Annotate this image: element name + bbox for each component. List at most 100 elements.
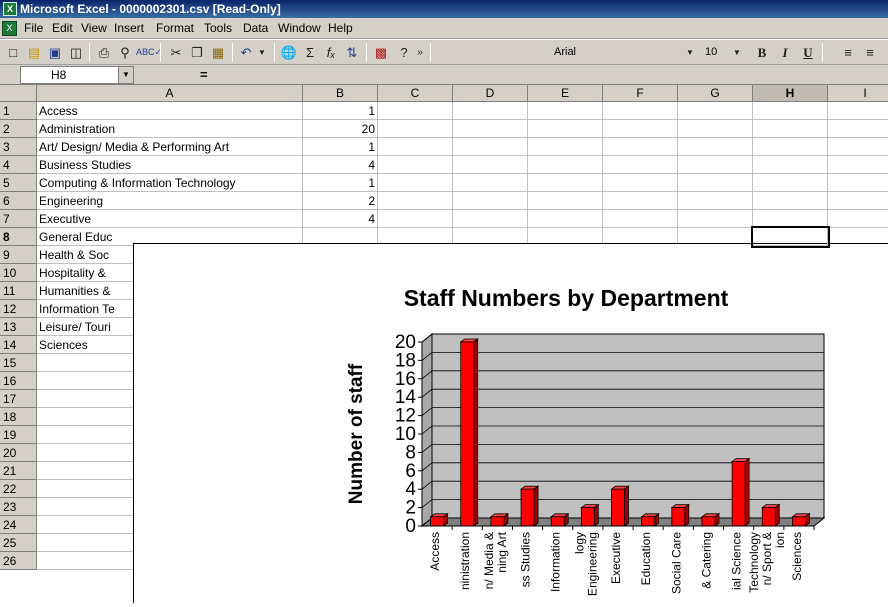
cell-h7[interactable]: [753, 210, 828, 228]
cell-c2[interactable]: [378, 120, 453, 138]
open-icon[interactable]: ▤: [24, 43, 44, 62]
cell-a4[interactable]: Business Studies: [37, 156, 303, 174]
row-header-15[interactable]: 15: [0, 354, 37, 372]
cell-i4[interactable]: [828, 156, 888, 174]
cell-g7[interactable]: [678, 210, 753, 228]
row-header-13[interactable]: 13: [0, 318, 37, 336]
cell-f1[interactable]: [603, 102, 678, 120]
cell-i7[interactable]: [828, 210, 888, 228]
embedded-chart[interactable]: Staff Numbers by Department Number of sta…: [133, 243, 888, 603]
cell-h3[interactable]: [753, 138, 828, 156]
row-header-14[interactable]: 14: [0, 336, 37, 354]
cell-f3[interactable]: [603, 138, 678, 156]
row-header-3[interactable]: 3: [0, 138, 37, 156]
copy-icon[interactable]: ❐: [187, 43, 207, 62]
name-box[interactable]: H8 ▼: [20, 66, 134, 84]
save-icon[interactable]: ▣: [45, 43, 65, 62]
cell-g6[interactable]: [678, 192, 753, 210]
row-header-18[interactable]: 18: [0, 408, 37, 426]
column-header-i[interactable]: I: [828, 85, 888, 102]
menu-data[interactable]: Data: [243, 21, 268, 36]
formula-equals-icon[interactable]: =: [200, 67, 208, 82]
paste-icon[interactable]: ▦: [208, 43, 228, 62]
row-header-26[interactable]: 26: [0, 552, 37, 570]
autosum-icon[interactable]: Σ: [300, 43, 320, 62]
cell-f4[interactable]: [603, 156, 678, 174]
cell-e6[interactable]: [528, 192, 603, 210]
cell-f2[interactable]: [603, 120, 678, 138]
print-preview-icon[interactable]: ⚲: [115, 43, 135, 62]
cut-icon[interactable]: ✂: [166, 43, 186, 62]
cell-c7[interactable]: [378, 210, 453, 228]
row-header-12[interactable]: 12: [0, 300, 37, 318]
row-header-9[interactable]: 9: [0, 246, 37, 264]
row-header-25[interactable]: 25: [0, 534, 37, 552]
menu-window[interactable]: Window: [278, 21, 321, 36]
name-box-dropdown-icon[interactable]: ▼: [118, 67, 133, 83]
toolbar-options-icon[interactable]: »: [414, 43, 426, 62]
cell-i5[interactable]: [828, 174, 888, 192]
cell-i3[interactable]: [828, 138, 888, 156]
cell-c6[interactable]: [378, 192, 453, 210]
undo-dropdown-icon[interactable]: ▼: [252, 43, 272, 62]
cell-b1[interactable]: 1: [303, 102, 378, 120]
column-header-d[interactable]: D: [453, 85, 528, 102]
menu-insert[interactable]: Insert: [114, 21, 144, 36]
column-header-f[interactable]: F: [603, 85, 678, 102]
chart-wizard-icon[interactable]: ▩: [371, 43, 391, 62]
row-header-16[interactable]: 16: [0, 372, 37, 390]
cell-g5[interactable]: [678, 174, 753, 192]
row-header-21[interactable]: 21: [0, 462, 37, 480]
row-header-23[interactable]: 23: [0, 498, 37, 516]
help-icon[interactable]: ?: [394, 43, 414, 62]
cell-d5[interactable]: [453, 174, 528, 192]
cell-a3[interactable]: Art/ Design/ Media & Performing Art: [37, 138, 303, 156]
cell-g3[interactable]: [678, 138, 753, 156]
menu-help[interactable]: Help: [328, 21, 353, 36]
cell-c1[interactable]: [378, 102, 453, 120]
cell-e2[interactable]: [528, 120, 603, 138]
align-left-icon[interactable]: ≡: [838, 43, 858, 62]
row-header-20[interactable]: 20: [0, 444, 37, 462]
cell-f6[interactable]: [603, 192, 678, 210]
cell-a2[interactable]: Administration: [37, 120, 303, 138]
cell-e1[interactable]: [528, 102, 603, 120]
cell-a1[interactable]: Access: [37, 102, 303, 120]
column-header-h[interactable]: H: [753, 85, 828, 102]
cell-d6[interactable]: [453, 192, 528, 210]
column-header-e[interactable]: E: [528, 85, 603, 102]
cell-a5[interactable]: Computing & Information Technology: [37, 174, 303, 192]
cell-b3[interactable]: 1: [303, 138, 378, 156]
underline-button[interactable]: U: [798, 43, 818, 62]
cell-d2[interactable]: [453, 120, 528, 138]
bold-button[interactable]: B: [752, 43, 772, 62]
cell-c4[interactable]: [378, 156, 453, 174]
cell-b5[interactable]: 1: [303, 174, 378, 192]
cell-i1[interactable]: [828, 102, 888, 120]
cell-d1[interactable]: [453, 102, 528, 120]
align-center-icon[interactable]: ≡: [860, 43, 880, 62]
cell-b7[interactable]: 4: [303, 210, 378, 228]
row-header-4[interactable]: 4: [0, 156, 37, 174]
row-header-22[interactable]: 22: [0, 480, 37, 498]
select-all-corner[interactable]: [0, 85, 37, 102]
italic-button[interactable]: I: [775, 43, 795, 62]
cell-e3[interactable]: [528, 138, 603, 156]
cell-h1[interactable]: [753, 102, 828, 120]
row-header-10[interactable]: 10: [0, 264, 37, 282]
font-size-dropdown-icon[interactable]: ▼: [727, 43, 747, 62]
cell-c3[interactable]: [378, 138, 453, 156]
menu-file[interactable]: File: [24, 21, 43, 36]
print-icon[interactable]: ⎙: [94, 43, 114, 62]
font-name-box[interactable]: Arial: [549, 43, 674, 62]
menu-view[interactable]: View: [81, 21, 107, 36]
row-header-1[interactable]: 1: [0, 102, 37, 120]
column-header-g[interactable]: G: [678, 85, 753, 102]
cell-g1[interactable]: [678, 102, 753, 120]
function-icon[interactable]: fₓ: [321, 43, 341, 62]
cell-g2[interactable]: [678, 120, 753, 138]
cell-g4[interactable]: [678, 156, 753, 174]
cell-e4[interactable]: [528, 156, 603, 174]
cell-b4[interactable]: 4: [303, 156, 378, 174]
column-header-c[interactable]: C: [378, 85, 453, 102]
